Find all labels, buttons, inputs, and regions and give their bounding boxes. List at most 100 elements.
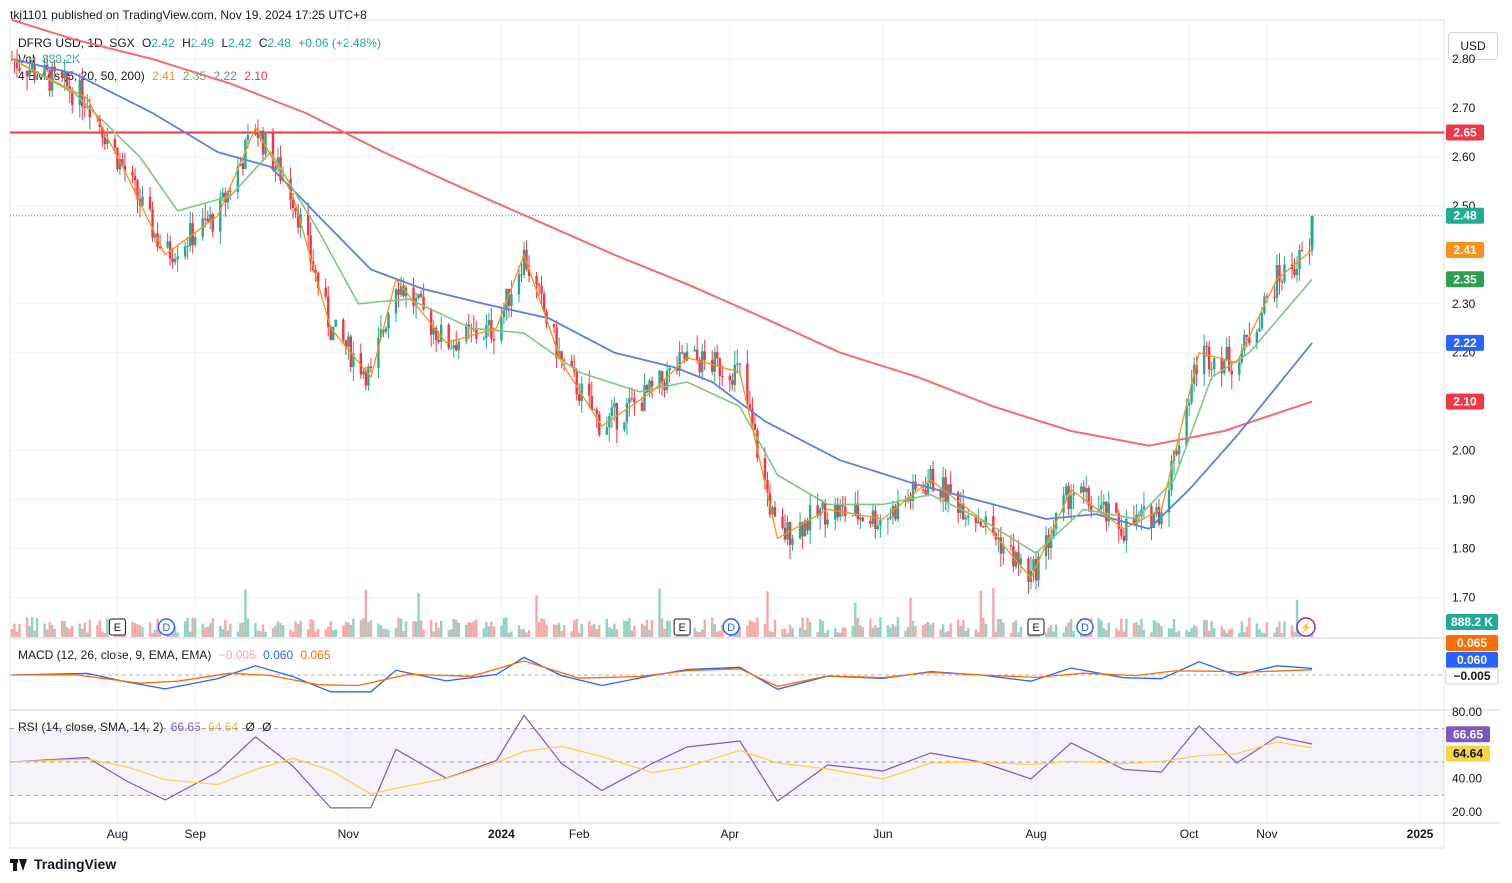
candle-body [397,289,400,295]
candle-body [131,171,134,176]
volume-bar [716,631,719,637]
volume-bar [241,622,245,637]
candle-body [1293,269,1296,276]
volume-bar [224,619,227,637]
candle-body [176,256,179,259]
volume-bar [781,628,784,637]
volume-bar [595,629,598,637]
candle-body [575,371,578,395]
volume-bar [138,624,142,637]
candle-body [1187,402,1191,406]
volume-bar [136,624,139,637]
volume-bar [871,627,875,637]
rsi-tick-label: 20.00 [1452,805,1482,819]
candle-body [482,338,486,340]
volume-bar [86,632,89,637]
volume-bar [299,620,302,637]
volume-bar [834,628,837,637]
candle-body [25,70,29,77]
candle-body [944,477,947,502]
volume-bar [1100,620,1103,637]
volume-bar [362,618,365,637]
volume-bar [379,625,383,637]
volume-bar [221,629,225,637]
volume-bar [869,618,872,637]
volume-bar [35,618,39,637]
candle-body [876,525,880,530]
volume-bar [766,591,769,637]
volume-bar [274,625,277,637]
volume-bar [1280,632,1284,637]
time-tick-label: Aug [1025,827,1046,841]
price-chart[interactable]: 2.802.702.602.502.302.202.001.901.801.70… [0,0,1512,883]
volume-bar [1175,632,1178,637]
dividend-marker-label: D [162,622,170,634]
candle-body [703,351,706,360]
volume-bar [640,623,644,637]
candle-body [874,510,877,530]
price-tick-label: 2.30 [1452,297,1476,311]
volume-bar [1157,623,1161,637]
volume-bar [98,620,102,637]
candle-body [841,505,844,507]
candle-body [977,521,980,524]
candle-body [1009,544,1013,547]
candle-body [886,518,890,521]
volume-bar [648,629,651,637]
volume-bar [643,625,646,637]
volume-bar [96,625,99,637]
rsi-tick-label: 80.00 [1452,705,1482,719]
volume-bar [839,632,842,637]
candle-body [362,371,365,375]
candle-body [28,69,31,77]
candle-body [78,79,81,105]
candle-body [733,364,737,385]
brand-label: TradingView [34,856,117,872]
volume-bar [334,629,337,637]
candle-body [982,526,985,528]
volume-bar [658,588,661,637]
candle-body [229,191,232,193]
volume-bar [53,628,56,637]
candle-body [1258,328,1261,332]
volume-bar [823,632,827,637]
volume-bar [941,624,945,637]
candle-body [71,92,74,105]
volume-bar [803,629,807,637]
candle-body [517,274,521,295]
volume-bar [271,627,275,637]
volume-bar [1097,618,1100,637]
candle-body [753,423,757,431]
volume-bar [798,627,802,637]
candle-body [1300,249,1304,251]
volume-bar [344,621,348,637]
tradingview-brand[interactable]: TradingView [10,856,116,872]
volume-bar [598,624,601,637]
volume-bar [1210,621,1213,637]
ema5-line [11,58,1313,579]
volume-bar [1195,626,1198,637]
candle-body [437,340,440,343]
volume-bar [1142,629,1146,637]
volume-bar [874,624,877,637]
volume-bar [1273,632,1276,637]
candle-body [500,317,503,341]
volume-bar [1290,625,1294,637]
candle-body [560,351,563,360]
candle-body [856,503,860,520]
candle-body [786,522,789,540]
rsi-axis-label-text: 66.65 [1453,727,1483,741]
volume-bar [693,627,696,637]
time-tick-label: Oct [1180,827,1199,841]
earnings-marker-label: E [678,622,685,634]
volume-bar [311,620,315,637]
candle-body [1212,357,1216,370]
candle-body [211,214,214,232]
volume-bar [505,617,508,637]
candle-body [63,72,66,79]
volume-bar [510,631,513,637]
volume-bar [1132,623,1136,637]
volume-bar [490,621,493,637]
candle-body [439,324,443,343]
volume-bar [623,620,626,637]
